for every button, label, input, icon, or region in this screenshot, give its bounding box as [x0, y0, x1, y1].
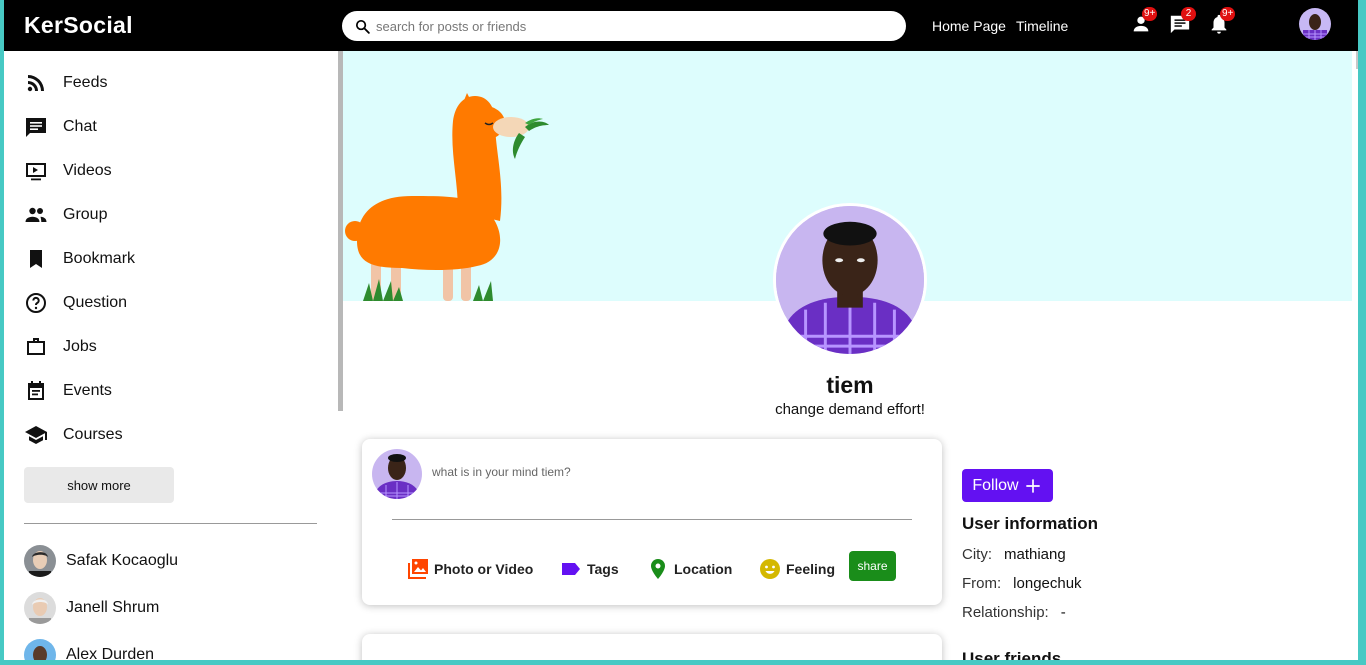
- work-icon: [27, 338, 45, 355]
- help-icon: [26, 293, 46, 313]
- bookmark-icon: [30, 250, 42, 268]
- photo-video-option[interactable]: Photo or Video: [406, 557, 533, 581]
- top-links: Home Page Timeline: [932, 18, 1068, 34]
- option-label: Feeling: [786, 561, 836, 577]
- info-row-city: City: mathiang: [962, 546, 1066, 563]
- user-friends-title: User friends: [962, 649, 1062, 660]
- sidebar: Feeds Chat Videos Group Bookmark Questio…: [4, 51, 338, 660]
- info-row-from: From: longechuk: [962, 575, 1082, 592]
- info-value: mathiang: [1004, 546, 1066, 563]
- info-value: -: [1060, 604, 1066, 621]
- tags-option[interactable]: Tags: [559, 557, 619, 581]
- profile-main: tiem change demand effort! Photo or Vide…: [343, 51, 1352, 660]
- share-button[interactable]: share: [849, 551, 896, 581]
- search-bar[interactable]: [342, 11, 906, 41]
- friend-name: Janell Shrum: [66, 599, 160, 616]
- follow-label: Follow: [972, 476, 1019, 494]
- rss-feed-icon: [27, 75, 44, 92]
- sidebar-item-label: Videos: [63, 162, 112, 179]
- user-info-title: User information: [962, 514, 1099, 533]
- friend-requests-badge: 9+: [1142, 7, 1158, 21]
- chat-icon: [26, 118, 46, 137]
- sidebar-item-question[interactable]: Question: [24, 291, 127, 315]
- friend-item[interactable]: Safak Kocaoglu: [24, 545, 178, 577]
- search-icon: [355, 19, 370, 34]
- play-circle-icon: [26, 163, 46, 181]
- avatar: [372, 449, 422, 499]
- profile-name: tiem: [826, 372, 874, 398]
- sidebar-item-label: Jobs: [63, 338, 97, 355]
- sidebar-divider: [24, 523, 317, 524]
- friend-name: Safak Kocaoglu: [66, 552, 179, 569]
- sidebar-item-chat[interactable]: Chat: [24, 115, 97, 139]
- messages-button[interactable]: 2: [1169, 7, 1196, 35]
- add-icon: [1025, 478, 1040, 493]
- page-scrollbar[interactable]: [1356, 51, 1358, 69]
- share-card: Photo or Video Tags Location Feeling sha…: [362, 439, 942, 605]
- friend-item[interactable]: Janell Shrum: [24, 592, 159, 624]
- sidebar-item-label: Feeds: [63, 74, 108, 91]
- info-row-relationship: Relationship: -: [962, 604, 1066, 621]
- notifications-badge: 9+: [1220, 7, 1236, 21]
- messages-badge: 2: [1181, 7, 1196, 21]
- search-input[interactable]: [376, 18, 876, 34]
- profile-bio: change demand effort!: [775, 401, 925, 418]
- app-frame: KerSocial Home Page Timeline 9+ 2 9+: [4, 0, 1358, 660]
- sidebar-item-events[interactable]: Events: [24, 379, 112, 403]
- sidebar-item-group[interactable]: Group: [24, 203, 107, 227]
- timeline-link[interactable]: Timeline: [1016, 18, 1068, 34]
- user-avatar[interactable]: [1299, 8, 1331, 40]
- sidebar-item-label: Group: [63, 206, 108, 223]
- info-key: From:: [962, 575, 1002, 592]
- show-more-button[interactable]: show more: [24, 467, 174, 503]
- info-key: City:: [962, 546, 992, 563]
- event-icon: [28, 381, 44, 400]
- label-icon: [562, 563, 580, 575]
- emoji-emotions-icon: [760, 559, 780, 579]
- sidebar-item-label: Question: [63, 294, 128, 311]
- room-icon: [651, 559, 665, 579]
- notifications-button[interactable]: 9+: [1208, 7, 1236, 35]
- sidebar-item-label: Bookmark: [63, 250, 136, 267]
- info-value: longechuk: [1013, 575, 1082, 592]
- friend-requests-button[interactable]: 9+: [1130, 7, 1158, 35]
- option-label: Location: [674, 561, 733, 577]
- sidebar-item-feeds[interactable]: Feeds: [24, 71, 107, 95]
- avatar: [24, 545, 56, 577]
- sidebar-item-courses[interactable]: Courses: [24, 423, 123, 447]
- option-label: Photo or Video: [434, 561, 534, 577]
- sidebar-item-label: Courses: [63, 426, 123, 443]
- profile-avatar[interactable]: [773, 203, 927, 357]
- follow-button[interactable]: Follow: [962, 469, 1053, 502]
- app-logo[interactable]: KerSocial: [24, 12, 133, 39]
- share-input[interactable]: [432, 465, 912, 479]
- post-card: [362, 634, 942, 660]
- feeling-option[interactable]: Feeling: [758, 557, 835, 581]
- option-label: Tags: [587, 561, 619, 577]
- group-icon: [25, 207, 47, 222]
- friend-item[interactable]: Alex Durden: [24, 639, 154, 660]
- llama-illustration: [345, 93, 549, 301]
- perm-media-icon: [408, 559, 428, 579]
- sidebar-item-label: Events: [63, 382, 112, 399]
- sidebar-item-label: Chat: [63, 118, 97, 135]
- location-option[interactable]: Location: [646, 557, 732, 581]
- info-key: Relationship:: [962, 604, 1049, 621]
- share-divider: [392, 519, 912, 520]
- home-page-link[interactable]: Home Page: [932, 18, 1006, 34]
- avatar: [24, 592, 56, 624]
- avatar: [24, 639, 56, 660]
- school-icon: [25, 426, 47, 444]
- topbar: KerSocial Home Page Timeline 9+ 2 9+: [4, 0, 1358, 51]
- sidebar-item-bookmark[interactable]: Bookmark: [24, 247, 135, 271]
- friend-name: Alex Durden: [66, 646, 155, 660]
- sidebar-item-jobs[interactable]: Jobs: [24, 335, 97, 359]
- sidebar-item-videos[interactable]: Videos: [24, 159, 112, 183]
